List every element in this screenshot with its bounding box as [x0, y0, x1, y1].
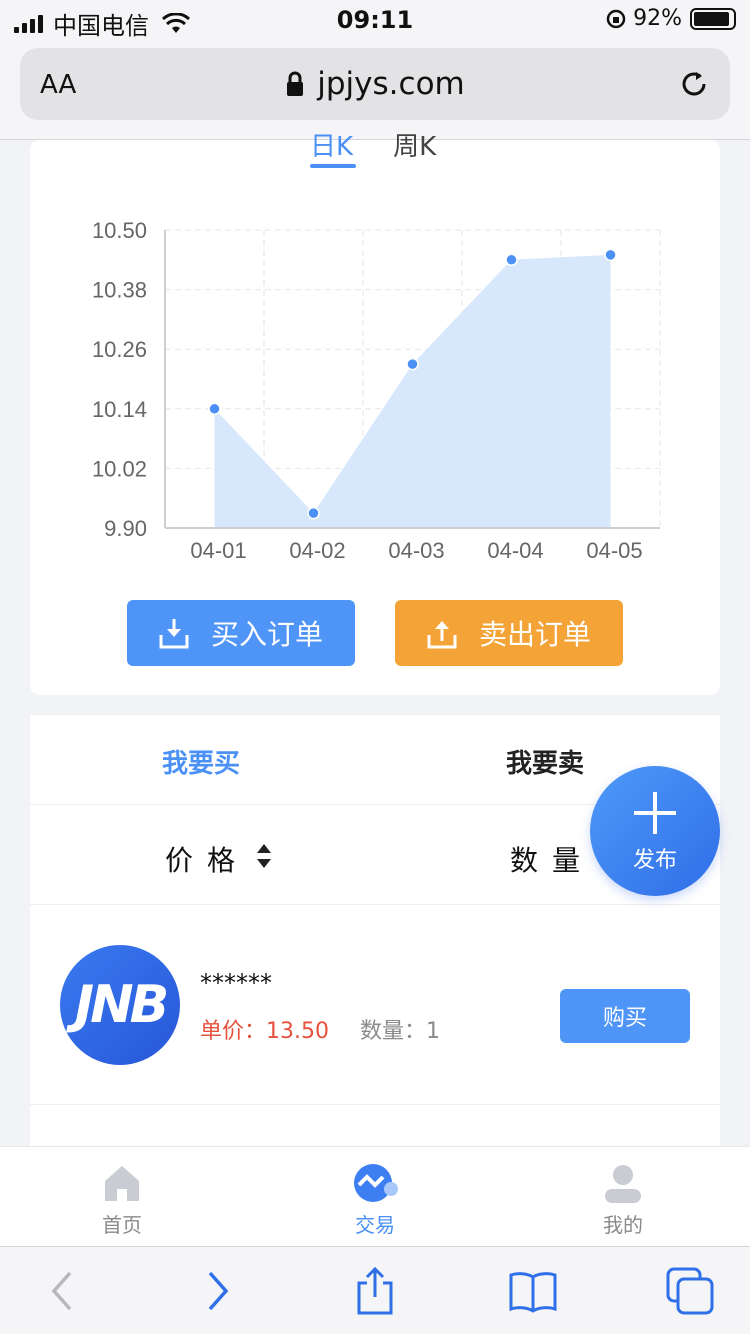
buy-order-button[interactable]: 买入订单: [127, 600, 355, 666]
data-point: [505, 253, 518, 267]
tab-home[interactable]: 首页: [62, 1163, 182, 1238]
upload-icon: [427, 621, 457, 649]
browser-toolbar: AA jpjys.com: [0, 40, 750, 140]
bookmarks-icon[interactable]: [507, 1265, 559, 1317]
y-tick-label: 9.90: [104, 516, 147, 541]
y-tick-label: 10.38: [92, 278, 147, 303]
tabs-icon[interactable]: [664, 1265, 716, 1317]
buy-order-label: 买入订单: [210, 618, 323, 651]
home-icon: [105, 1166, 139, 1201]
y-tick-label: 10.02: [92, 456, 147, 481]
url-display[interactable]: jpjys.com: [20, 66, 730, 102]
kline-tabs: 日K 周K: [310, 126, 436, 163]
tab-mine-label: 我的: [603, 1213, 643, 1237]
back-icon[interactable]: [36, 1265, 88, 1317]
safari-toolbar: [0, 1246, 750, 1334]
sort-icon[interactable]: [256, 841, 272, 871]
user-icon: [605, 1165, 641, 1203]
purchase-button[interactable]: 购买: [560, 989, 690, 1043]
data-point: [307, 506, 320, 520]
x-tick-label: 04-02: [289, 538, 345, 563]
trade-icon: [354, 1164, 398, 1202]
sell-order-button[interactable]: 卖出订单: [395, 600, 623, 666]
tab-home-label: 首页: [102, 1213, 142, 1237]
data-point: [406, 357, 419, 371]
list-item[interactable]: JNB ****** 单价：13.50 数量：1 购买: [30, 905, 720, 1105]
area-series: [214, 254, 611, 529]
y-tick-label: 10.26: [92, 337, 147, 362]
tab-daily-k[interactable]: 日K: [310, 126, 353, 163]
x-tick-label: 04-03: [388, 538, 444, 563]
active-tab-indicator: [310, 164, 356, 168]
tab-weekly-k[interactable]: 周K: [393, 126, 436, 163]
status-bar: 中国电信 09:11 92%: [0, 0, 750, 40]
quantity-column-header: 数量: [510, 844, 595, 877]
publish-button[interactable]: 发布: [590, 766, 720, 896]
sell-order-label: 卖出订单: [478, 618, 591, 651]
tab-i-want-buy[interactable]: 我要买: [162, 743, 240, 780]
data-point: [208, 402, 221, 416]
price-chart: 10.50 10.38 10.26 10.14 10.02 9.90 04-01 04-02 0…: [92, 218, 661, 563]
tab-trade[interactable]: 交易: [315, 1163, 435, 1238]
quantity: 数量：1: [360, 1019, 440, 1044]
y-tick-label: 10.14: [92, 397, 147, 422]
reload-icon[interactable]: [676, 66, 712, 102]
chart-card: 日K 周K 10.50 10.38 10.26 10.14 10.02 9.90 04-01…: [30, 132, 720, 695]
x-tick-label: 04-04: [487, 538, 543, 563]
tab-mine[interactable]: 我的: [563, 1163, 683, 1238]
battery-icon: [690, 7, 736, 30]
bottom-tab-bar: 首页 交易 我的: [0, 1146, 750, 1246]
publish-label: 发布: [632, 848, 677, 873]
plus-icon: [634, 792, 676, 834]
price-column-header[interactable]: 价格: [165, 839, 249, 879]
orientation-lock-icon: [606, 9, 626, 28]
url-text: jpjys.com: [317, 66, 465, 102]
x-tick-label: 04-05: [586, 538, 642, 563]
seller-name: ******: [200, 969, 272, 997]
lock-icon: [287, 71, 304, 96]
battery-percent: 92%: [633, 6, 682, 31]
address-bar[interactable]: AA jpjys.com: [20, 48, 730, 120]
forward-icon[interactable]: [192, 1265, 244, 1317]
x-tick-label: 04-01: [190, 538, 246, 563]
share-icon[interactable]: [349, 1265, 401, 1317]
tab-trade-label: 交易: [355, 1213, 395, 1237]
battery-info: 92%: [605, 6, 736, 31]
unit-price: 单价：13.50: [200, 1019, 329, 1044]
download-icon: [159, 619, 189, 649]
tab-i-want-sell[interactable]: 我要卖: [506, 743, 584, 780]
y-tick-label: 10.50: [92, 218, 147, 243]
data-point: [604, 248, 617, 262]
avatar: JNB: [60, 945, 180, 1065]
